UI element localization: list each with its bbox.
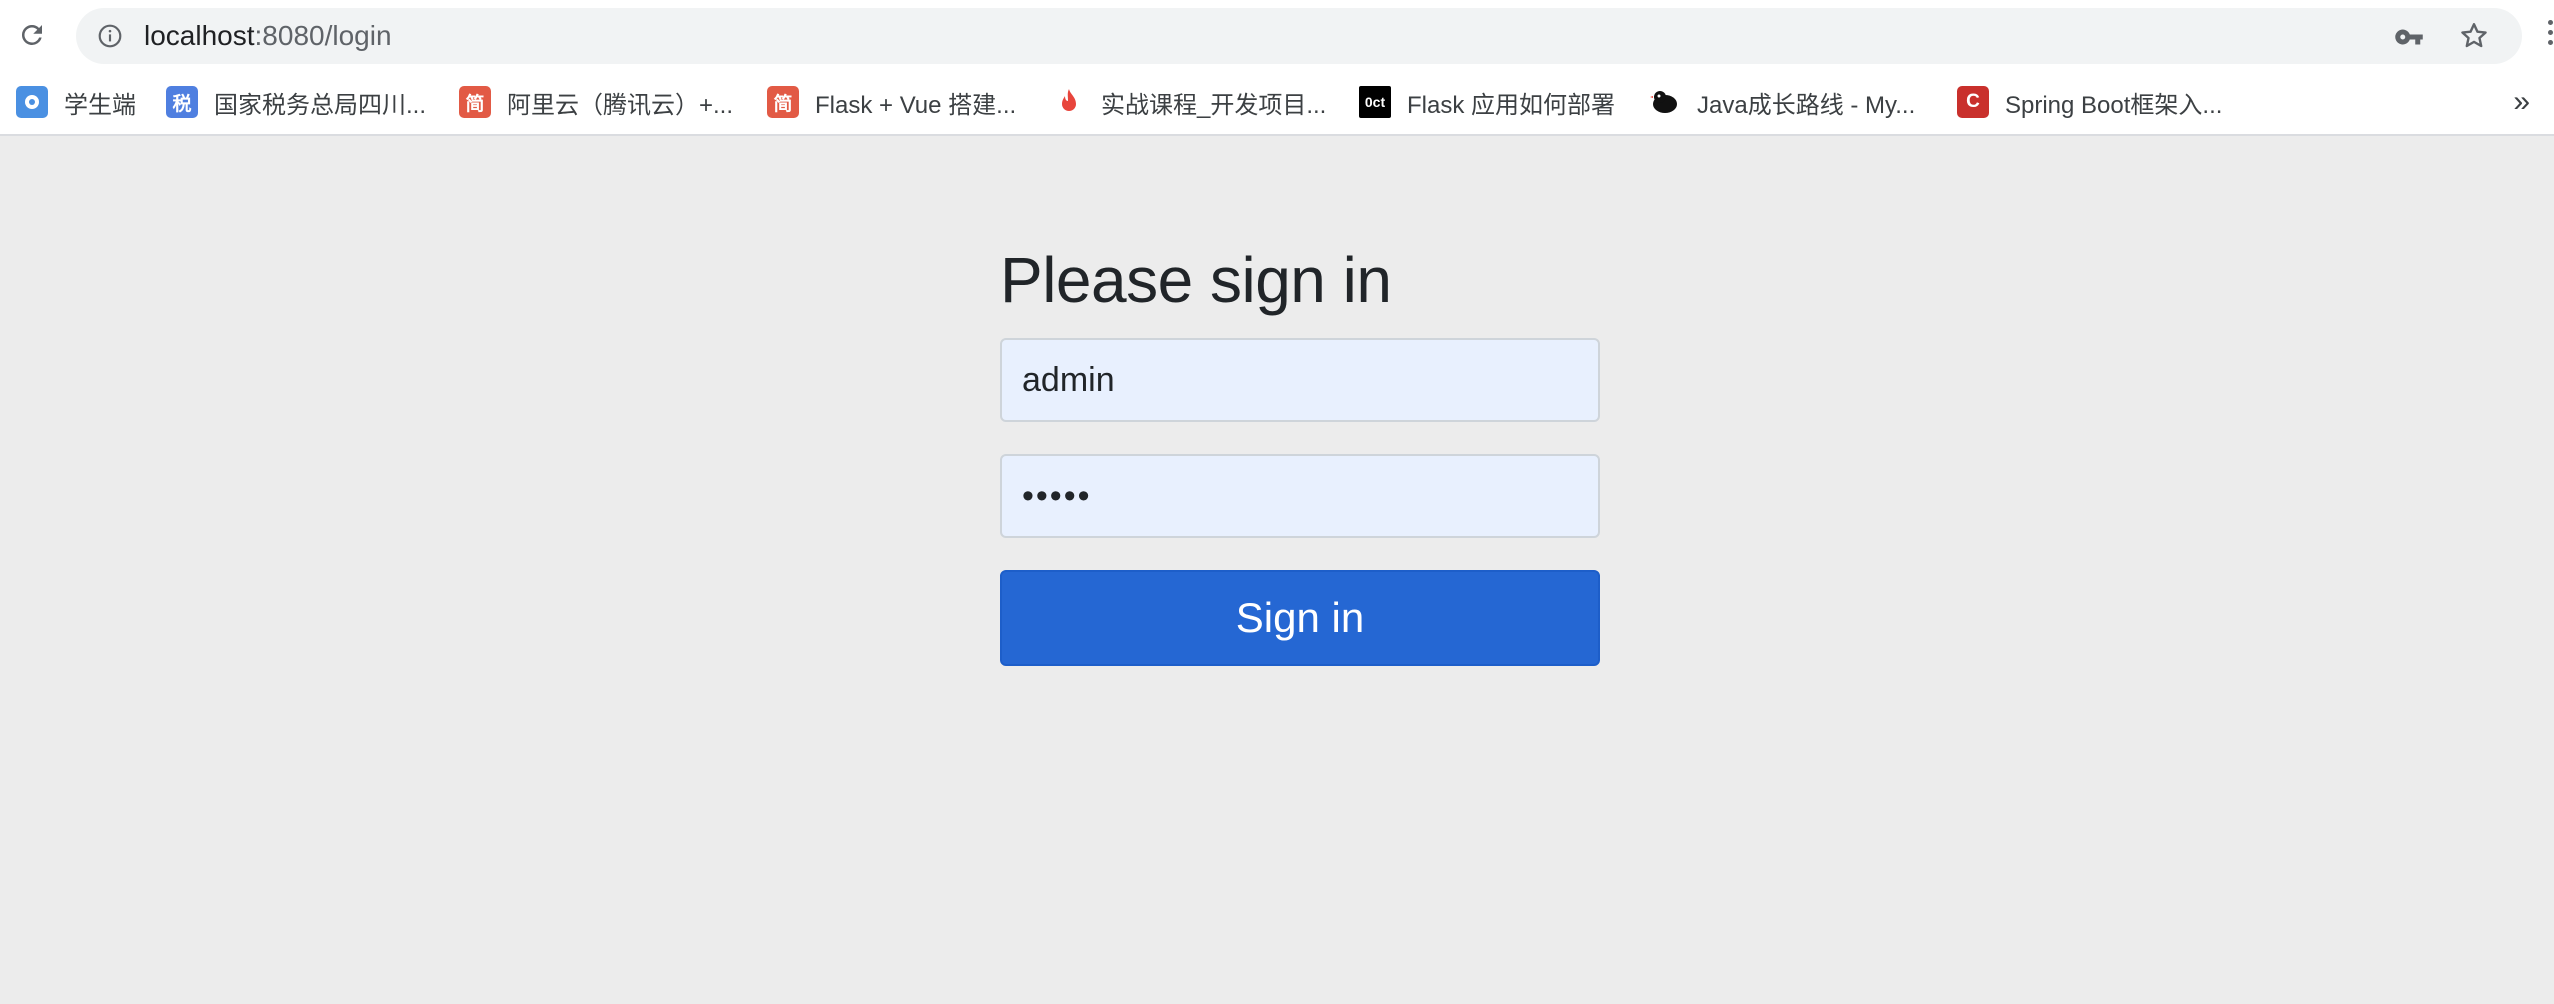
bookmark-label: 实战课程_开发项目... bbox=[1101, 91, 1327, 119]
bookmark-item[interactable]: 0ct Flask 应用如何部署 bbox=[1359, 82, 1615, 122]
page-title: Please sign in bbox=[1000, 244, 1392, 316]
browser-toolbar: localhost:8080/login bbox=[0, 0, 2554, 72]
jianshu-icon: 简 bbox=[767, 86, 799, 118]
bookmark-label: Flask + Vue 搭建... bbox=[815, 91, 1017, 119]
key-icon[interactable] bbox=[2392, 20, 2426, 54]
jianshu-icon: 简 bbox=[459, 86, 491, 118]
oct-icon: 0ct bbox=[1359, 86, 1391, 118]
url-text[interactable]: localhost:8080/login bbox=[144, 8, 392, 64]
bookmark-item[interactable]: 税 国家税务总局四川... bbox=[166, 82, 426, 122]
bookmark-label: 学生端 bbox=[64, 91, 136, 119]
bookmark-item[interactable]: Java成长路线 - My... bbox=[1649, 82, 1915, 122]
bookmark-item[interactable]: 学生端 bbox=[16, 82, 136, 122]
bookmark-label: Java成长路线 - My... bbox=[1697, 91, 1916, 119]
bookmark-item[interactable]: 简 Flask + Vue 搭建... bbox=[767, 82, 1016, 122]
circle-app-icon bbox=[16, 86, 48, 118]
login-form: Please sign in admin ••••• Sign in bbox=[1000, 230, 1600, 666]
bookmarks-bar: 学生端 税 国家税务总局四川... 简 阿里云（腾讯云）+... 简 Flask… bbox=[0, 72, 2554, 136]
tax-icon: 税 bbox=[166, 86, 198, 118]
bookmarks-overflow-button[interactable]: » bbox=[2513, 82, 2530, 122]
bookmark-label: 国家税务总局四川... bbox=[214, 91, 427, 119]
bookmark-label: 阿里云（腾讯云）+... bbox=[507, 91, 734, 119]
bird-icon bbox=[1649, 86, 1681, 118]
url-path: :8080/login bbox=[254, 20, 392, 51]
flame-icon bbox=[1053, 86, 1085, 118]
bookmark-label: Spring Boot框架入... bbox=[2005, 91, 2223, 119]
csdn-icon: C bbox=[1957, 86, 1989, 118]
more-menu-icon[interactable] bbox=[2548, 20, 2554, 52]
bookmark-item[interactable]: 实战课程_开发项目... bbox=[1053, 82, 1326, 122]
bookmark-item[interactable]: 简 阿里云（腾讯云）+... bbox=[459, 82, 733, 122]
password-input[interactable]: ••••• bbox=[1000, 454, 1600, 538]
sign-in-button[interactable]: Sign in bbox=[1000, 570, 1600, 666]
bookmark-star-icon[interactable] bbox=[2456, 18, 2492, 54]
username-input[interactable]: admin bbox=[1000, 338, 1600, 422]
reload-icon[interactable] bbox=[14, 17, 50, 53]
address-bar[interactable]: localhost:8080/login bbox=[76, 8, 2522, 64]
bookmark-label: Flask 应用如何部署 bbox=[1407, 91, 1616, 119]
bookmark-item[interactable]: C Spring Boot框架入... bbox=[1957, 82, 2222, 122]
info-icon[interactable] bbox=[96, 22, 124, 50]
url-host: localhost bbox=[144, 20, 255, 51]
